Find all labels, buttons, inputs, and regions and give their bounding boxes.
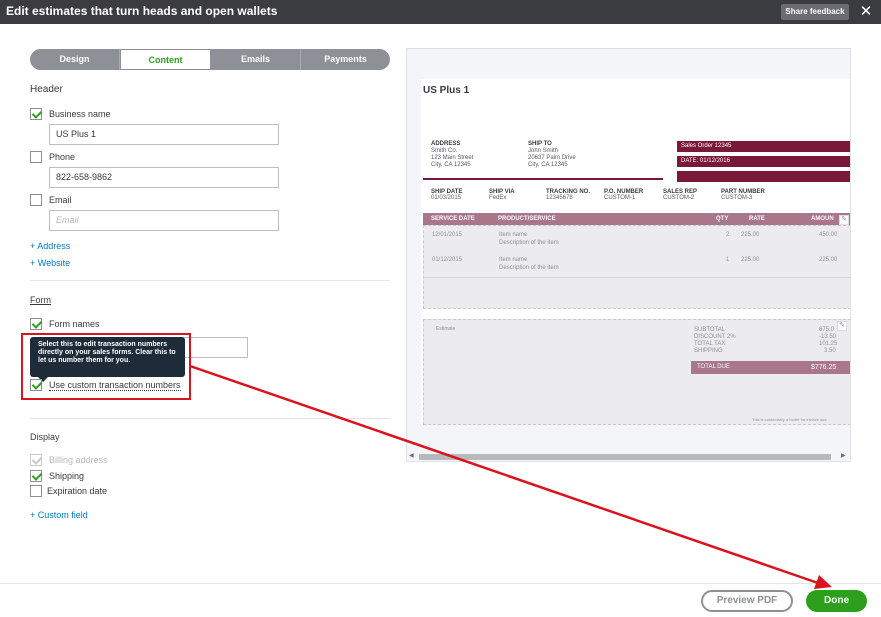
meta-value: 01/03/2015 xyxy=(431,195,462,201)
row-date: 12/01/2015 xyxy=(432,232,463,238)
preview-company-name: US Plus 1 xyxy=(423,85,470,96)
add-custom-field-link[interactable]: + Custom field xyxy=(30,510,88,520)
preview-document: US Plus 1 ADDRESS Smith Co. 123 Main Str… xyxy=(421,79,850,425)
meta-value: CUSTOM-2 xyxy=(663,195,695,201)
pencil-edit-icon[interactable]: ✎ xyxy=(837,321,847,331)
shipping-label: Shipping xyxy=(49,471,85,481)
title-bar: Edit estimates that turn heads and open … xyxy=(0,0,881,24)
annotation-highlight-box xyxy=(21,333,191,400)
col-service-date: SERVICE DATE xyxy=(431,216,475,222)
row-qty: 1 xyxy=(726,257,730,263)
total-label: SHIPPING xyxy=(694,348,723,354)
close-icon[interactable]: ✕ xyxy=(858,3,874,21)
total-due-value: $776.25 xyxy=(811,364,837,371)
total-due-bar: TOTAL DUE $776.25 xyxy=(691,361,850,374)
row-amount: 225.00 xyxy=(819,257,838,263)
form-section-heading: Form xyxy=(30,295,51,305)
col-qty: QTY xyxy=(716,216,729,222)
meta-value: CUSTOM-3 xyxy=(721,195,753,201)
business-name-checkbox[interactable] xyxy=(30,108,42,120)
display-section-heading: Display xyxy=(30,432,60,442)
business-name-field[interactable]: US Plus 1 xyxy=(49,124,279,145)
section-divider xyxy=(30,280,390,281)
meta-value: CUSTOM-1 xyxy=(604,195,636,201)
tab-emails[interactable]: Emails xyxy=(211,49,301,70)
row-item-name: Item name xyxy=(499,257,528,263)
tab-content[interactable]: Content xyxy=(120,49,211,70)
section-divider xyxy=(30,418,390,419)
add-address-link[interactable]: + Address xyxy=(30,241,70,251)
meta-value: 12345678 xyxy=(546,195,573,201)
row-item-desc: Description of the item xyxy=(499,240,559,246)
ship-to-heading: SHIP TO xyxy=(528,141,552,147)
row-rate: 225.00 xyxy=(741,232,760,238)
address-heading: ADDRESS xyxy=(431,141,461,147)
tab-payments[interactable]: Payments xyxy=(301,49,390,70)
ship-to-line: City, CA 12345 xyxy=(528,162,568,168)
phone-checkbox[interactable] xyxy=(30,151,42,163)
add-website-link[interactable]: + Website xyxy=(30,258,70,268)
ship-to-line: John Smith xyxy=(528,148,559,154)
row-item-name: Item name xyxy=(499,232,528,238)
col-product-service: PRODUCT/SERVICE xyxy=(498,216,556,222)
email-label: Email xyxy=(49,195,72,205)
billing-address-label: Billing address xyxy=(49,455,108,465)
scroll-left-icon[interactable]: ◀ xyxy=(409,451,414,461)
preview-scrollbar[interactable]: ◀ ▶ xyxy=(407,451,850,461)
line-items-area[interactable]: 12/01/2015 Item name Description of the … xyxy=(423,225,850,309)
share-feedback-button[interactable]: Share feedback xyxy=(781,4,849,20)
phone-label: Phone xyxy=(49,152,76,162)
blank-bar xyxy=(677,171,850,182)
row-qty: 2 xyxy=(726,232,730,238)
row-divider xyxy=(424,277,850,278)
done-button[interactable]: Done xyxy=(806,590,867,612)
billing-address-checkbox xyxy=(30,454,42,466)
scrollbar-thumb[interactable] xyxy=(419,454,831,460)
row-item-desc: Description of the item xyxy=(499,265,559,271)
form-names-label: Form names xyxy=(49,319,100,329)
dialog-title: Edit estimates that turn heads and open … xyxy=(6,4,278,18)
business-name-label: Business name xyxy=(49,109,111,119)
address-line: City, CA 12345 xyxy=(431,162,471,168)
estimate-note: Estimate xyxy=(436,326,456,332)
preview-pdf-button[interactable]: Preview PDF xyxy=(701,590,793,612)
tab-bar: Design Content Emails Payments xyxy=(30,49,390,70)
scroll-right-icon[interactable]: ▶ xyxy=(841,451,846,461)
header-rule xyxy=(423,178,663,180)
form-names-checkbox[interactable] xyxy=(30,318,42,330)
form-preview: US Plus 1 ADDRESS Smith Co. 123 Main Str… xyxy=(406,48,851,462)
row-rate: 225.00 xyxy=(741,257,760,263)
row-date: 01/12/2015 xyxy=(432,257,463,263)
footer-note: This is customarily a footer for invoice… xyxy=(752,417,827,422)
footer-divider xyxy=(0,583,881,584)
email-field[interactable]: Email xyxy=(49,210,279,231)
arrow-head-icon xyxy=(814,575,832,589)
phone-field[interactable]: 822-658-9862 xyxy=(49,167,279,188)
col-amount: AMOUN xyxy=(811,216,834,222)
address-line: 123 Main Street xyxy=(431,155,474,161)
email-checkbox[interactable] xyxy=(30,194,42,206)
col-rate: RATE xyxy=(749,216,765,222)
pencil-edit-icon[interactable]: ✎ xyxy=(839,215,849,225)
meta-value: FedEx xyxy=(489,195,507,201)
total-value: 3.50 xyxy=(824,348,836,354)
tab-design[interactable]: Design xyxy=(30,49,120,70)
ship-to-line: 20637 Palm Drive xyxy=(528,155,576,161)
row-amount: 450.00 xyxy=(819,232,838,238)
table-header: SERVICE DATE PRODUCT/SERVICE QTY RATE AM… xyxy=(423,213,850,225)
address-line: Smith Co. xyxy=(431,148,458,154)
header-section-heading: Header xyxy=(30,84,63,95)
total-due-label: TOTAL DUE xyxy=(697,364,730,370)
expiration-date-label: Expiration date xyxy=(47,486,108,496)
sales-order-bar: Sales Order 12345 xyxy=(677,141,850,152)
shipping-checkbox[interactable] xyxy=(30,470,42,482)
date-bar: DATE: 01/12/2016 xyxy=(677,156,850,167)
expiration-date-checkbox[interactable] xyxy=(30,485,42,497)
